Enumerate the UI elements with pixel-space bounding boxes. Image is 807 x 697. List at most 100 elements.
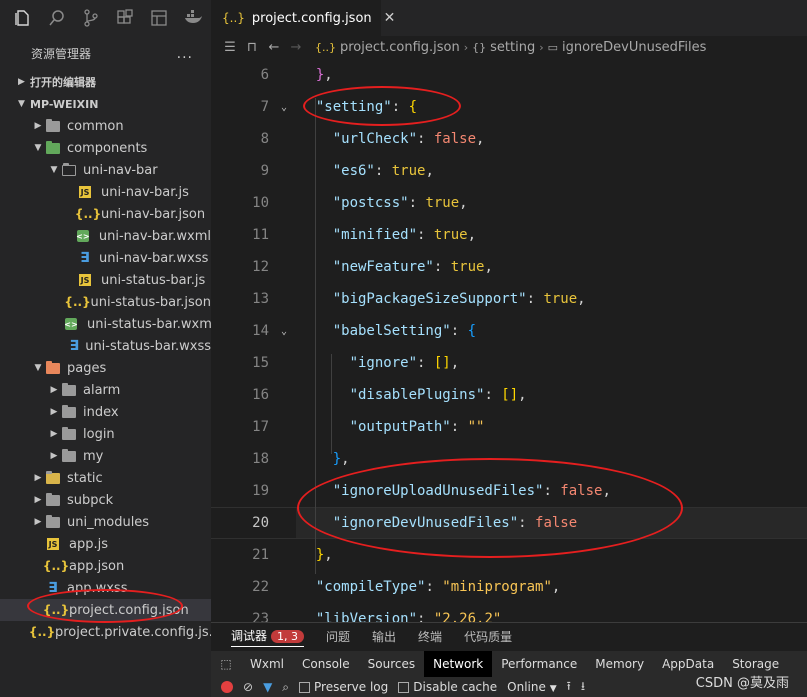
- chevron-right-icon: ▶: [34, 517, 42, 527]
- tree-item[interactable]: ▶ alarm: [0, 379, 211, 401]
- download-icon[interactable]: ⭳: [581, 677, 585, 697]
- forward-arrow-icon[interactable]: →: [285, 40, 307, 55]
- tab-project-config-json[interactable]: {..} project.config.json ✕: [211, 0, 395, 36]
- code-token: ,: [425, 163, 434, 179]
- search-icon[interactable]: [44, 5, 70, 31]
- code-line[interactable]: 15 "ignore": [],: [211, 347, 807, 379]
- code-token: :: [484, 387, 502, 403]
- code-line[interactable]: 19 "ignoreUploadUnusedFiles": false,: [211, 475, 807, 507]
- docker-icon[interactable]: [180, 5, 206, 31]
- breadcrumb-object[interactable]: setting: [490, 40, 535, 55]
- code-line[interactable]: 21 },: [211, 539, 807, 571]
- debug-tab[interactable]: 终端: [418, 628, 442, 645]
- debug-tab[interactable]: 输出: [372, 628, 396, 645]
- tree-item[interactable]: ▶ static: [0, 467, 211, 489]
- section-open-editors[interactable]: ▶ 打开的编辑器: [0, 71, 211, 93]
- tree-item[interactable]: ▶ subpck: [0, 489, 211, 511]
- code-line[interactable]: 17 "outputPath": "": [211, 411, 807, 443]
- tree-item[interactable]: ∃ app.wxss: [0, 577, 211, 599]
- tree-item[interactable]: JS uni-status-bar.js: [0, 269, 211, 291]
- code-line[interactable]: 12 "newFeature": true,: [211, 251, 807, 283]
- tree-item[interactable]: {..} app.json: [0, 555, 211, 577]
- tree-item[interactable]: ▼ uni-nav-bar: [0, 159, 211, 181]
- code-line[interactable]: 11 "minified": true,: [211, 219, 807, 251]
- chevron-down-icon: ▼: [34, 143, 42, 153]
- disable-cache-checkbox[interactable]: Disable cache: [398, 680, 497, 694]
- code-editor[interactable]: 6 }, 7 ⌄ "setting": {8 "urlCheck": false, 9…: [211, 58, 807, 622]
- tree-item[interactable]: <> uni-nav-bar.wxml: [0, 225, 211, 247]
- code-line[interactable]: 8 "urlCheck": false,: [211, 123, 807, 155]
- extensions-icon[interactable]: [112, 5, 138, 31]
- breadcrumb-file[interactable]: project.config.json: [340, 40, 460, 55]
- clear-icon[interactable]: ⊘: [243, 680, 253, 694]
- tree-item[interactable]: <> uni-status-bar.wxml: [0, 313, 211, 335]
- tree-item[interactable]: ∃ uni-status-bar.wxss: [0, 335, 211, 357]
- tree-item-label: pages: [67, 360, 107, 376]
- tree-item[interactable]: ▶ login: [0, 423, 211, 445]
- breadcrumb-property[interactable]: ignoreDevUnusedFiles: [562, 40, 706, 55]
- code-line[interactable]: 16 "disablePlugins": [],: [211, 379, 807, 411]
- devtools-tab[interactable]: Sources: [359, 651, 424, 677]
- tree-item[interactable]: JS app.js: [0, 533, 211, 555]
- code-line[interactable]: 10 "postcss": true,: [211, 187, 807, 219]
- tree-item[interactable]: JS uni-nav-bar.js: [0, 181, 211, 203]
- preserve-log-checkbox[interactable]: Preserve log: [299, 680, 388, 694]
- devtools-tab[interactable]: Network: [424, 651, 493, 677]
- code-line[interactable]: 7 ⌄ "setting": {: [211, 91, 807, 123]
- tree-item-label: index: [83, 404, 119, 420]
- tree-item[interactable]: ▶ my: [0, 445, 211, 467]
- search-icon[interactable]: ⌕: [282, 680, 289, 695]
- upload-icon[interactable]: ⭱: [567, 677, 571, 697]
- code-line[interactable]: 9 "es6": true,: [211, 155, 807, 187]
- tree-item-label: uni-nav-bar: [83, 162, 158, 178]
- code-token: "minified": [299, 227, 418, 243]
- tree-item-label: app.json: [69, 558, 125, 574]
- code-line[interactable]: 18 },: [211, 443, 807, 475]
- breadcrumb-separator: ›: [539, 40, 544, 54]
- code-line[interactable]: 13 "bigPackageSizeSupport": true,: [211, 283, 807, 315]
- code-line[interactable]: 22 "compileType": "miniprogram",: [211, 571, 807, 603]
- devtools-tab[interactable]: Performance: [492, 651, 586, 677]
- code-line[interactable]: 14 ⌄ "babelSetting": {: [211, 315, 807, 347]
- tree-item[interactable]: {..} uni-status-bar.json: [0, 291, 211, 313]
- back-arrow-icon[interactable]: ←: [263, 40, 285, 55]
- files-icon[interactable]: [10, 5, 36, 31]
- record-icon[interactable]: [221, 681, 233, 693]
- debug-tab[interactable]: 代码质量: [464, 628, 512, 645]
- close-icon[interactable]: ✕: [384, 10, 396, 26]
- tree-item[interactable]: {..} uni-nav-bar.json: [0, 203, 211, 225]
- tree-item[interactable]: {..} project.config.json: [0, 599, 211, 621]
- devtools-tab[interactable]: Memory: [586, 651, 653, 677]
- filter-icon[interactable]: ▼: [263, 680, 272, 694]
- code-token: }: [299, 547, 325, 563]
- section-workspace[interactable]: ▼ MP-WEIXIN: [0, 93, 211, 115]
- fold-chevron-icon[interactable]: ⌄: [269, 326, 299, 337]
- menu-icon[interactable]: ☰: [219, 40, 241, 55]
- code-line[interactable]: 20 "ignoreDevUnusedFiles": false: [211, 507, 807, 539]
- tree-item[interactable]: ▶ index: [0, 401, 211, 423]
- tree-item[interactable]: ▼ components: [0, 137, 211, 159]
- code-line[interactable]: 6 },: [211, 59, 807, 91]
- section-label: MP-WEIXIN: [30, 97, 99, 111]
- throttle-select[interactable]: Online ▼: [507, 680, 556, 694]
- layout-icon[interactable]: [146, 5, 172, 31]
- tree-item[interactable]: {..} project.private.config.js...: [0, 621, 211, 643]
- devtools-tab[interactable]: Wxml: [241, 651, 293, 677]
- tree-item[interactable]: ▼ pages: [0, 357, 211, 379]
- code-token: ,: [577, 291, 586, 307]
- debug-tab-label: 输出: [372, 630, 397, 644]
- debug-tab[interactable]: 调试器 1, 3: [231, 627, 305, 647]
- source-control-icon[interactable]: [78, 5, 104, 31]
- more-actions-button[interactable]: ...: [177, 46, 193, 62]
- inspect-element-icon[interactable]: ⬚: [211, 657, 241, 671]
- fold-chevron-icon[interactable]: ⌄: [269, 102, 299, 113]
- bookmark-icon[interactable]: ⊓: [241, 40, 263, 55]
- tree-item[interactable]: ▶ common: [0, 115, 211, 137]
- tree-item[interactable]: ∃ uni-nav-bar.wxss: [0, 247, 211, 269]
- devtools-tab[interactable]: Console: [293, 651, 359, 677]
- tree-item[interactable]: ▶ uni_modules: [0, 511, 211, 533]
- debug-tab[interactable]: 问题: [326, 628, 350, 645]
- code-token: }: [299, 67, 325, 83]
- code-line[interactable]: 23 "libVersion": "2.26.2": [211, 603, 807, 622]
- code-text: "babelSetting": {: [299, 323, 476, 339]
